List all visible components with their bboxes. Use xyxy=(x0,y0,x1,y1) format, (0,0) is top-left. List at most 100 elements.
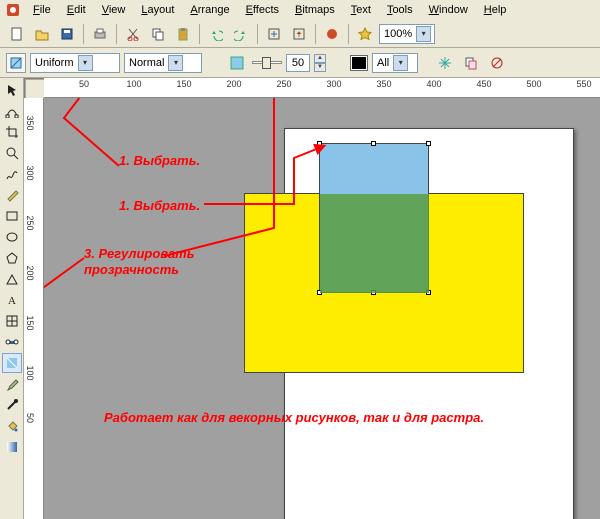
annotation-3b: прозрачность xyxy=(84,262,179,277)
table-tool[interactable] xyxy=(2,311,22,331)
rectangle-tool[interactable] xyxy=(2,206,22,226)
menu-help[interactable]: Help xyxy=(477,2,514,18)
menu-bitmaps[interactable]: Bitmaps xyxy=(288,2,342,18)
transparency-property-bar: Uniform ▾ Normal ▾ 50 ▲▼ All ▾ xyxy=(0,48,600,78)
zoom-value: 100% xyxy=(384,28,412,40)
edit-transparency-button[interactable] xyxy=(6,53,26,73)
slider-thumb[interactable] xyxy=(262,57,271,69)
menu-layout[interactable]: Layout xyxy=(134,2,181,18)
app-launcher-button[interactable] xyxy=(321,23,343,45)
pick-tool[interactable] xyxy=(2,80,22,100)
crop-tool[interactable] xyxy=(2,122,22,142)
apply-target-icon xyxy=(350,55,368,71)
shape-tool[interactable] xyxy=(2,101,22,121)
annotation-1: 1. Выбрать. xyxy=(119,153,200,168)
paste-button[interactable] xyxy=(172,23,194,45)
ruler-tick: 150 xyxy=(176,79,191,89)
menu-text[interactable]: Text xyxy=(344,2,378,18)
interactive-fill-tool[interactable] xyxy=(2,437,22,457)
freeze-button[interactable] xyxy=(434,52,456,74)
clear-transparency-button[interactable] xyxy=(486,52,508,74)
menu-window[interactable]: Window xyxy=(422,2,475,18)
save-button[interactable] xyxy=(56,23,78,45)
transparency-start-icon xyxy=(226,53,248,73)
freehand-tool[interactable] xyxy=(2,164,22,184)
text-tool[interactable]: A xyxy=(2,290,22,310)
transparency-type-combo[interactable]: Uniform ▾ xyxy=(30,53,120,73)
toolbox: A xyxy=(0,78,24,519)
menu-tools[interactable]: Tools xyxy=(380,2,420,18)
standard-toolbar: 100% ▾ xyxy=(0,20,600,48)
smart-tool[interactable] xyxy=(2,185,22,205)
transparency-tool[interactable] xyxy=(2,353,22,373)
app-icon xyxy=(6,3,20,17)
ruler-tick: 200 xyxy=(226,79,241,89)
ruler-tick: 100 xyxy=(126,79,141,89)
zoom-combo[interactable]: 100% ▾ xyxy=(379,24,435,44)
cut-button[interactable] xyxy=(122,23,144,45)
transparency-value-field[interactable]: 50 xyxy=(286,54,310,72)
apply-target-value: All xyxy=(377,57,389,69)
chevron-down-icon[interactable]: ▾ xyxy=(78,55,93,71)
menu-bar: File Edit View Layout Arrange Effects Bi… xyxy=(0,0,600,20)
canvas-wrap: 50 100 150 200 250 300 350 400 450 500 5… xyxy=(24,78,600,519)
annotation-footer: Работает как для векорных рисунков, так … xyxy=(104,410,484,425)
transparency-slider[interactable] xyxy=(252,53,282,73)
ruler-tick: 250 xyxy=(276,79,291,89)
ruler-tick: 350 xyxy=(376,79,391,89)
zoom-tool[interactable] xyxy=(2,143,22,163)
ruler-tick: 250 xyxy=(25,216,35,231)
transparency-spinner[interactable]: ▲▼ xyxy=(314,54,326,72)
ruler-tick: 500 xyxy=(526,79,541,89)
ruler-tick: 350 xyxy=(25,116,35,131)
export-button[interactable] xyxy=(288,23,310,45)
ruler-tick: 50 xyxy=(79,79,89,89)
new-button[interactable] xyxy=(6,23,28,45)
chevron-down-icon[interactable]: ▾ xyxy=(168,55,183,71)
overlap-region xyxy=(320,194,429,293)
ruler-tick: 100 xyxy=(25,366,35,381)
import-button[interactable] xyxy=(263,23,285,45)
copy-props-button[interactable] xyxy=(460,52,482,74)
ruler-tick: 50 xyxy=(25,413,35,423)
polygon-tool[interactable] xyxy=(2,248,22,268)
annotation-3a: 3. Регулировать xyxy=(84,246,194,261)
ruler-tick: 300 xyxy=(326,79,341,89)
apply-target-combo[interactable]: All ▾ xyxy=(372,53,418,73)
blend-mode-combo[interactable]: Normal ▾ xyxy=(124,53,202,73)
annotation-2: 1. Выбрать. xyxy=(119,198,200,213)
ellipse-tool[interactable] xyxy=(2,227,22,247)
eyedropper-tool[interactable] xyxy=(2,374,22,394)
chevron-down-icon[interactable]: ▾ xyxy=(416,26,431,42)
ruler-vertical[interactable]: 350 300 250 200 150 100 50 xyxy=(24,98,44,519)
svg-text:A: A xyxy=(8,295,16,307)
basic-shapes-tool[interactable] xyxy=(2,269,22,289)
fill-tool[interactable] xyxy=(2,416,22,436)
copy-button[interactable] xyxy=(147,23,169,45)
outline-tool[interactable] xyxy=(2,395,22,415)
menu-arrange[interactable]: Arrange xyxy=(183,2,236,18)
workspace: A 50 100 150 200 250 300 350 400 450 500… xyxy=(0,78,600,519)
ruler-tick: 150 xyxy=(25,316,35,331)
canvas[interactable]: 1. Выбрать. 1. Выбрать. 3. Регулировать … xyxy=(44,98,600,519)
menu-effects[interactable]: Effects xyxy=(239,2,286,18)
menu-view[interactable]: View xyxy=(95,2,133,18)
ruler-corner xyxy=(25,79,45,99)
menu-edit[interactable]: Edit xyxy=(60,2,93,18)
redo-button[interactable] xyxy=(230,23,252,45)
transparency-type-value: Uniform xyxy=(35,57,74,69)
ruler-tick: 550 xyxy=(576,79,591,89)
chevron-down-icon[interactable]: ▾ xyxy=(393,55,408,71)
undo-button[interactable] xyxy=(205,23,227,45)
interactive-tool[interactable] xyxy=(2,332,22,352)
ruler-tick: 200 xyxy=(25,266,35,281)
ruler-tick: 450 xyxy=(476,79,491,89)
ruler-horizontal[interactable]: 50 100 150 200 250 300 350 400 450 500 5… xyxy=(44,78,600,98)
blend-mode-value: Normal xyxy=(129,57,164,69)
ruler-tick: 300 xyxy=(25,166,35,181)
ruler-tick: 400 xyxy=(426,79,441,89)
open-button[interactable] xyxy=(31,23,53,45)
print-button[interactable] xyxy=(89,23,111,45)
menu-file[interactable]: File xyxy=(26,2,58,18)
welcome-button[interactable] xyxy=(354,23,376,45)
